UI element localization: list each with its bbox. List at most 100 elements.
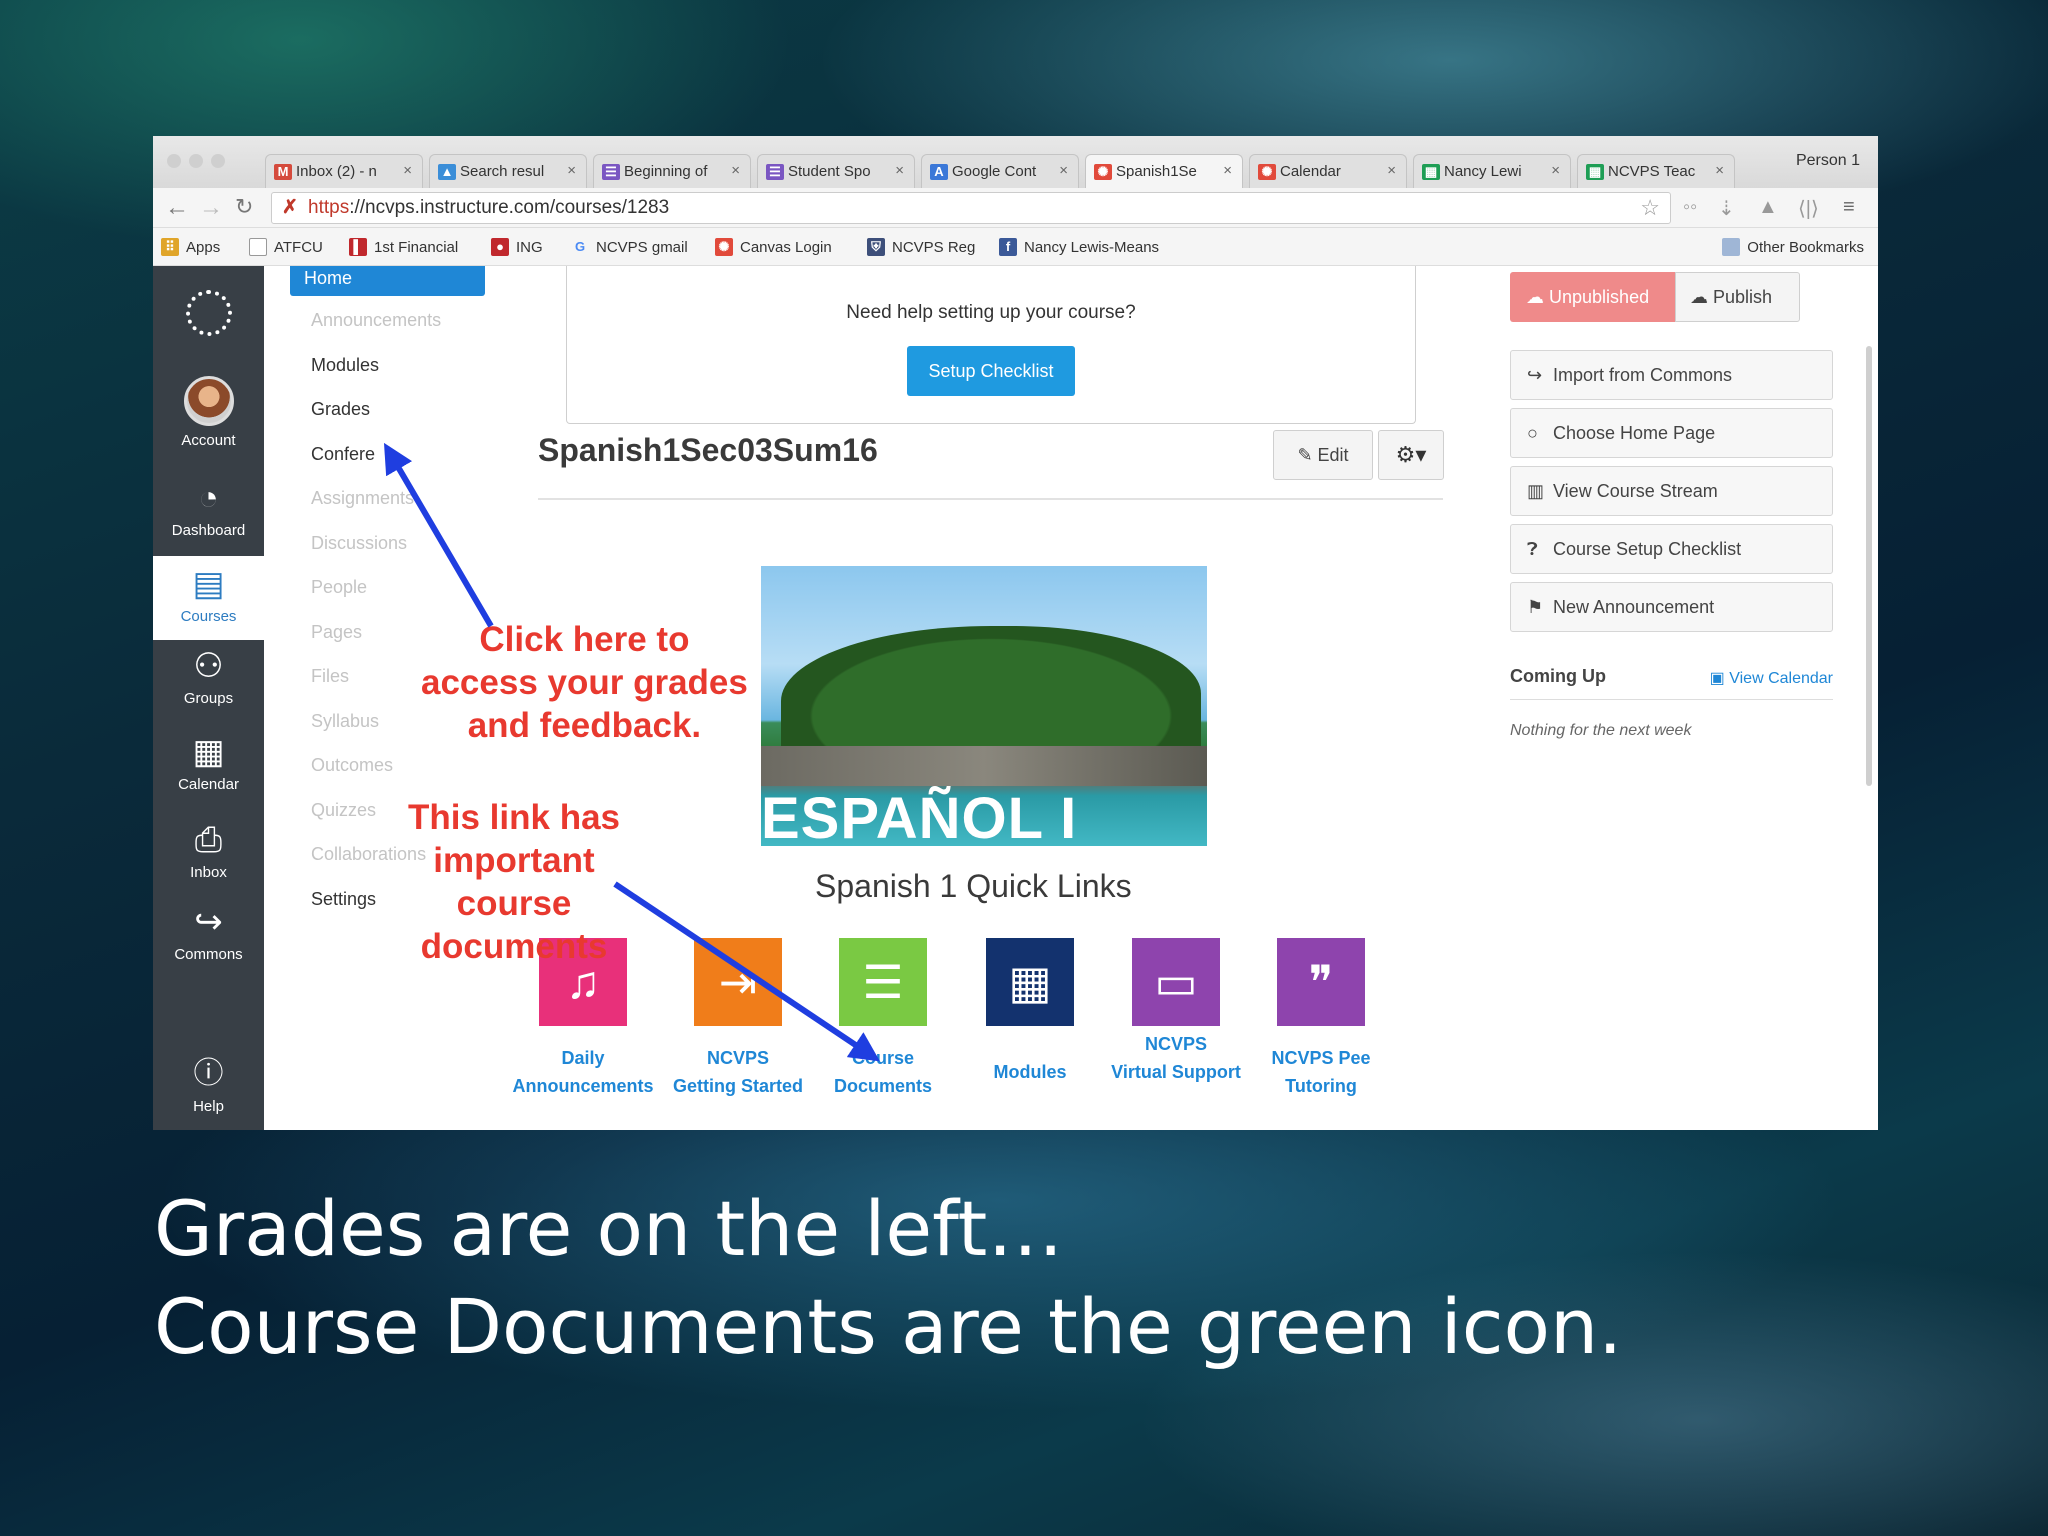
profile-button[interactable]: Person 1 bbox=[1796, 152, 1860, 170]
close-tab-icon[interactable]: × bbox=[1715, 162, 1724, 179]
publish-button[interactable]: ☁ Publish bbox=[1675, 272, 1800, 322]
quick-link[interactable]: ▦ Modules bbox=[956, 938, 1104, 1086]
browser-tab[interactable]: ✺ Calendar × bbox=[1249, 154, 1407, 188]
gnav-groups[interactable]: ⚇ Groups bbox=[153, 646, 264, 707]
browser-tab[interactable]: M Inbox (2) - n × bbox=[265, 154, 423, 188]
close-tab-icon[interactable]: × bbox=[731, 162, 740, 179]
close-tab-icon[interactable]: × bbox=[1387, 162, 1396, 179]
extension-icon[interactable]: ⟨|⟩ bbox=[1798, 196, 1819, 221]
browser-tab[interactable]: ▲ Search resul × bbox=[429, 154, 587, 188]
course-nav-item[interactable]: Outcomes bbox=[311, 755, 393, 776]
setup-help-box: Need help setting up your course? Setup … bbox=[566, 266, 1416, 424]
close-window-dot[interactable] bbox=[167, 154, 181, 168]
bookmark-item[interactable]: ▌ 1st Financial bbox=[349, 238, 458, 256]
gnav-commons[interactable]: ↪ Commons bbox=[153, 902, 264, 963]
enter-icon: ⇥ bbox=[694, 938, 782, 1026]
inbox-icon: ⎙ bbox=[194, 821, 223, 859]
groups-icon: ⚇ bbox=[193, 647, 224, 685]
extension-icon[interactable]: ⇣ bbox=[1718, 196, 1735, 221]
browser-tab[interactable]: ▦ NCVPS Teac × bbox=[1577, 154, 1735, 188]
quick-link[interactable]: ▭ NCVPS Virtual Support bbox=[1102, 938, 1250, 1086]
bookmark-item[interactable]: f Nancy Lewis-Means bbox=[999, 238, 1159, 256]
gnav-inbox[interactable]: ⎙ Inbox bbox=[153, 820, 264, 881]
unpublished-button[interactable]: ☁ Unpublished bbox=[1510, 272, 1675, 322]
calendar-icon: ▣ bbox=[1709, 670, 1730, 687]
bookmark-star-icon[interactable]: ☆ bbox=[1640, 193, 1660, 223]
settings-menu-button[interactable]: ⚙▾ bbox=[1378, 430, 1444, 480]
title-divider bbox=[538, 498, 1443, 500]
address-toolbar: ← → ↻ ✗ https://ncvps.instructure.com/co… bbox=[153, 188, 1878, 228]
gnav-account[interactable]: Account bbox=[153, 376, 264, 449]
sheets-icon: ▦ bbox=[1586, 163, 1604, 180]
browser-tab[interactable]: ☰ Student Spo × bbox=[757, 154, 915, 188]
close-tab-icon[interactable]: × bbox=[567, 162, 576, 179]
bank-icon: ▌ bbox=[349, 238, 367, 256]
browser-tab[interactable]: ☰ Beginning of × bbox=[593, 154, 751, 188]
course-nav-item[interactable]: Files bbox=[311, 666, 349, 687]
reload-icon[interactable]: ↻ bbox=[235, 194, 253, 220]
address-bar[interactable]: ✗ https://ncvps.instructure.com/courses/… bbox=[271, 192, 1671, 224]
courses-icon: ▤ bbox=[192, 565, 225, 603]
course-nav-item[interactable]: Assignments bbox=[311, 488, 414, 509]
gnav-help[interactable]: ⓘ Help bbox=[153, 1054, 264, 1115]
close-tab-icon[interactable]: × bbox=[1059, 162, 1068, 179]
sidebar-button[interactable]: ▥ View Course Stream bbox=[1510, 466, 1833, 516]
sidebar-button[interactable]: ○ Choose Home Page bbox=[1510, 408, 1833, 458]
menu-icon[interactable]: ≡ bbox=[1843, 196, 1855, 219]
edit-button[interactable]: ✎ Edit bbox=[1273, 430, 1373, 480]
close-tab-icon[interactable]: × bbox=[403, 162, 412, 179]
bookmark-item[interactable]: ● ING bbox=[491, 238, 543, 256]
canvas-logo-icon bbox=[185, 290, 232, 336]
course-nav-item[interactable]: Announcements bbox=[311, 310, 441, 331]
gnav-courses[interactable]: ▤ Courses bbox=[153, 556, 264, 640]
commons-icon: ↪ bbox=[194, 903, 223, 941]
close-tab-icon[interactable]: × bbox=[1551, 162, 1560, 179]
forward-icon[interactable]: → bbox=[199, 194, 223, 222]
sidebar-button[interactable]: ❓︎ Course Setup Checklist bbox=[1510, 524, 1833, 574]
course-nav-item[interactable]: People bbox=[311, 577, 367, 598]
maximize-window-dot[interactable] bbox=[211, 154, 225, 168]
grid-icon: ▦ bbox=[986, 938, 1074, 1026]
course-nav-item[interactable]: Modules bbox=[311, 355, 379, 376]
canvas-logo[interactable] bbox=[153, 290, 264, 336]
course-nav-item[interactable]: Discussions bbox=[311, 533, 407, 554]
course-nav-item[interactable]: Syllabus bbox=[311, 711, 379, 732]
bookmark-item[interactable]: ⠿ Apps bbox=[161, 238, 220, 256]
close-tab-icon[interactable]: × bbox=[1223, 162, 1232, 179]
course-nav-item[interactable]: Confere bbox=[311, 444, 375, 465]
gnav-dashboard[interactable]: ◔ Dashboard bbox=[153, 478, 264, 539]
browser-tab[interactable]: ▦ Nancy Lewi × bbox=[1413, 154, 1571, 188]
extension-icon[interactable]: ◦◦ bbox=[1683, 196, 1697, 219]
browser-tab[interactable]: ✺ Spanish1Se × bbox=[1085, 154, 1243, 188]
ing-icon: ● bbox=[491, 238, 509, 256]
quick-link[interactable]: ☰ Course Documents bbox=[809, 938, 957, 1100]
other-bookmarks[interactable]: Other Bookmarks bbox=[1722, 238, 1864, 256]
bookmark-item[interactable]: ATFCU bbox=[249, 238, 323, 256]
bar-chart-icon: ▥ bbox=[1527, 481, 1545, 501]
sidebar-button[interactable]: ↪ Import from Commons bbox=[1510, 350, 1833, 400]
sidebar-button[interactable]: ⚑ New Announcement bbox=[1510, 582, 1833, 632]
bookmark-item[interactable]: ✺ Canvas Login bbox=[715, 238, 832, 256]
minimize-window-dot[interactable] bbox=[189, 154, 203, 168]
course-nav-item[interactable]: Grades bbox=[311, 399, 370, 420]
commons-icon: ↪ bbox=[1527, 365, 1543, 385]
course-nav-item[interactable]: Settings bbox=[311, 889, 376, 910]
course-nav-item[interactable]: Quizzes bbox=[311, 800, 376, 821]
browser-tab[interactable]: A Google Cont × bbox=[921, 154, 1079, 188]
course-nav-item[interactable]: Pages bbox=[311, 622, 362, 643]
view-calendar-link[interactable]: ▣ View Calendar bbox=[1710, 668, 1833, 688]
setup-checklist-button[interactable]: Setup Checklist bbox=[907, 346, 1075, 396]
contacts-icon: A bbox=[930, 163, 948, 180]
close-tab-icon[interactable]: × bbox=[895, 162, 904, 179]
bookmark-item[interactable]: ⛨ NCVPS Reg bbox=[867, 238, 975, 256]
page-scrollbar[interactable] bbox=[1866, 346, 1872, 786]
bookmark-item[interactable]: G NCVPS gmail bbox=[571, 238, 688, 256]
course-nav-home[interactable]: Home bbox=[290, 266, 485, 296]
gnav-calendar[interactable]: ▦ Calendar bbox=[153, 732, 264, 793]
back-icon[interactable]: ← bbox=[165, 194, 189, 222]
drive-extension-icon[interactable]: ▲ bbox=[1758, 196, 1778, 219]
quick-link[interactable]: ⇥ NCVPS Getting Started bbox=[664, 938, 812, 1100]
quick-link[interactable]: ❞ NCVPS Pee Tutoring bbox=[1247, 938, 1395, 1100]
apps-icon: ⠿ bbox=[161, 238, 179, 256]
cloud-icon: ☁ bbox=[1526, 287, 1550, 307]
